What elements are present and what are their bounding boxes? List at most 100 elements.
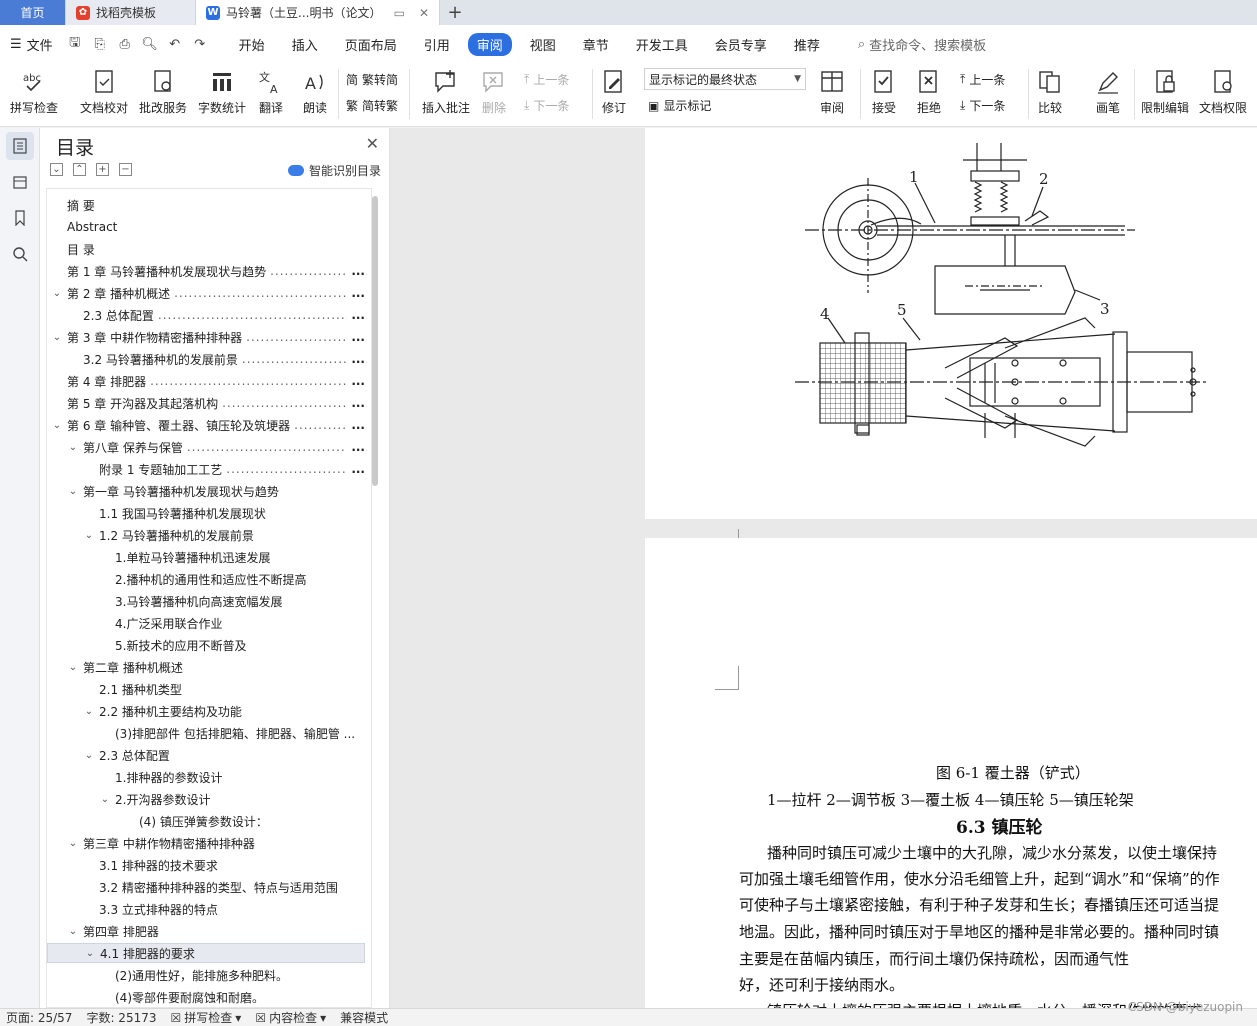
chevron-down-icon[interactable]: ⌄ bbox=[67, 486, 79, 497]
chevron-down-icon[interactable]: ⌄ bbox=[67, 926, 79, 937]
content-check-status[interactable]: ☒ 内容检查 ▾ bbox=[255, 1009, 326, 1026]
toc-item[interactable]: Abstract bbox=[47, 217, 365, 237]
toc-item[interactable]: ⌄ 第 6 章 输种管、覆土器、镇压轮及筑埂器..................… bbox=[47, 415, 365, 435]
undo-icon[interactable]: ↶ bbox=[167, 36, 183, 52]
restrict-editing-button[interactable]: 限制编辑 bbox=[1141, 67, 1189, 116]
next-change-button[interactable]: ⤓ 下一条 bbox=[960, 97, 1005, 114]
find-nav-button[interactable] bbox=[6, 240, 34, 268]
review-pane-button[interactable]: 审阅 bbox=[818, 67, 846, 116]
new-tab-button[interactable]: + bbox=[440, 0, 470, 25]
toc-item[interactable]: 附录 1 专题轴加工工艺............................… bbox=[47, 459, 365, 479]
toc-item[interactable]: 2.1 播种机类型 bbox=[47, 679, 365, 699]
toc-item[interactable]: 3.2 马铃薯播种机的发展前景.........................… bbox=[47, 349, 365, 369]
batch-service-button[interactable]: 批改服务 bbox=[139, 67, 187, 116]
word-count-indicator[interactable]: 字数: 25173 bbox=[86, 1009, 156, 1026]
toc-nav-button[interactable] bbox=[6, 132, 34, 160]
toc-item[interactable]: 第 1 章 马铃薯播种机发展现状与趋势.....................… bbox=[47, 261, 365, 281]
pen-button[interactable]: 画笔 bbox=[1094, 67, 1122, 116]
chevron-down-icon[interactable]: ⌄ bbox=[84, 948, 96, 959]
read-aloud-button[interactable]: A 朗读 bbox=[301, 67, 329, 116]
toc-item[interactable]: (4) 镇压弹簧参数设计： bbox=[47, 811, 365, 831]
smart-toc-button[interactable]: 智能识别目录 bbox=[287, 162, 381, 179]
remove-heading-icon[interactable]: − bbox=[119, 163, 132, 176]
menu-tab-member[interactable]: 会员专享 bbox=[706, 33, 776, 56]
toc-item[interactable]: (3)排肥部件 包括排肥箱、排肥器、输肥管 ... bbox=[47, 723, 365, 743]
toc-item[interactable]: ⌄ 4.1 排肥器的要求 bbox=[47, 943, 365, 963]
next-comment-button[interactable]: ⤓ 下一条 bbox=[524, 97, 569, 114]
redo-icon[interactable]: ↷ bbox=[192, 36, 208, 52]
chevron-down-icon[interactable]: ⌄ bbox=[83, 530, 95, 541]
compare-button[interactable]: 比较 bbox=[1036, 67, 1064, 116]
menu-tab-review[interactable]: 审阅 bbox=[467, 32, 512, 56]
pin-icon[interactable]: ▭ bbox=[394, 6, 405, 20]
close-icon[interactable]: ✕ bbox=[366, 134, 379, 153]
toc-item[interactable]: 4.广泛采用联合作业 bbox=[47, 613, 365, 633]
spell-check-button[interactable]: abc 拼写检查 bbox=[10, 67, 58, 116]
toc-item[interactable]: 第 5 章 开沟器及其起落机构.........................… bbox=[47, 393, 365, 413]
toc-item[interactable]: 3.2 精密播种排种器的类型、特点与适用范围 bbox=[47, 877, 365, 897]
menu-tab-insert[interactable]: 插入 bbox=[283, 33, 327, 56]
prev-comment-button[interactable]: ⤒ 上一条 bbox=[524, 71, 569, 88]
toc-item[interactable]: (2)通用性好，能排施多种肥料。 bbox=[47, 965, 365, 985]
chapter-nav-button[interactable] bbox=[6, 168, 34, 196]
chevron-down-icon[interactable]: ⌄ bbox=[67, 838, 79, 849]
print-icon[interactable]: ⎙ bbox=[117, 36, 133, 52]
reject-button[interactable]: 拒绝 bbox=[915, 67, 943, 116]
document-canvas[interactable]: 1 2 3 4 5 图 6-1 覆土器（铲式） 1—拉杆 2—调节板 3—覆土板… bbox=[390, 128, 1257, 1008]
menu-tab-section[interactable]: 章节 bbox=[574, 33, 618, 56]
toc-item[interactable]: 目 录 bbox=[47, 239, 365, 259]
toc-item[interactable]: ⌄ 第一章 马铃薯播种机发展现状与趋势 bbox=[47, 481, 365, 501]
toc-item[interactable]: 摘 要 bbox=[47, 195, 365, 215]
show-markup-button[interactable]: ▣ 显示标记 bbox=[648, 97, 711, 114]
doc-proof-button[interactable]: 文档校对 bbox=[80, 67, 128, 116]
toc-item[interactable]: ⌄ 1.2 马铃薯播种机的发展前景 bbox=[47, 525, 365, 545]
toc-item[interactable]: 第 4 章 排肥器...............................… bbox=[47, 371, 365, 391]
toc-item[interactable]: ⌄ 第三章 中耕作物精密播种排种器 bbox=[47, 833, 365, 853]
translate-button[interactable]: 文A 翻译 bbox=[257, 67, 285, 116]
doc-rights-button[interactable]: 文档权限 bbox=[1199, 67, 1247, 116]
toc-item[interactable]: ⌄ 第 2 章 播种机概述............................… bbox=[47, 283, 365, 303]
page-indicator[interactable]: 页面: 25/57 bbox=[6, 1009, 72, 1026]
menu-tab-view[interactable]: 视图 bbox=[521, 33, 565, 56]
expand-all-icon[interactable]: ⌄ bbox=[50, 163, 63, 176]
close-tab-icon[interactable]: ✕ bbox=[419, 6, 429, 20]
tab-document[interactable]: W 马铃薯（土豆...明书（论文） ▭ ✕ bbox=[196, 0, 440, 25]
spell-check-status[interactable]: ☒ 拼写检查 ▾ bbox=[171, 1009, 242, 1026]
add-heading-icon[interactable]: + bbox=[96, 163, 109, 176]
toc-scrollbar[interactable] bbox=[372, 196, 378, 486]
toc-item[interactable]: ⌄ 第四章 排肥器 bbox=[47, 921, 365, 941]
toc-item[interactable]: 2.3 总体配置................................… bbox=[47, 305, 365, 325]
export-icon[interactable]: ⎘ bbox=[92, 36, 108, 52]
toc-item[interactable]: ⌄ 2.2 播种机主要结构及功能 bbox=[47, 701, 365, 721]
trad-to-simp-button[interactable]: 简繁转简 bbox=[346, 71, 398, 88]
simp-to-trad-button[interactable]: 繁简转繁 bbox=[346, 97, 398, 114]
delete-comment-button[interactable]: 删除 bbox=[480, 67, 508, 116]
chevron-down-icon[interactable]: ⌄ bbox=[51, 420, 63, 431]
print-preview-icon[interactable]: 🔍︎ bbox=[141, 36, 158, 52]
tab-home[interactable]: 首页 bbox=[0, 0, 66, 25]
toc-item[interactable]: 5.新技术的应用不断普及 bbox=[47, 635, 365, 655]
prev-change-button[interactable]: ⤒ 上一条 bbox=[960, 71, 1005, 88]
tab-templates[interactable]: ✿ 找稻壳模板 bbox=[66, 0, 196, 25]
command-search[interactable]: ⌕ 查找命令、搜索模板 bbox=[858, 35, 986, 54]
track-changes-button[interactable]: 修订 bbox=[600, 67, 628, 116]
insert-comment-button[interactable]: 插入批注 bbox=[422, 67, 470, 116]
markup-state-select[interactable]: 显示标记的最终状态 ▼ bbox=[644, 68, 806, 90]
menu-tab-recommend[interactable]: 推荐 bbox=[785, 33, 829, 56]
toc-item[interactable]: ⌄ 第八章 保养与保管..............................… bbox=[47, 437, 365, 457]
toc-item[interactable]: ⌄ 2.3 总体配置 bbox=[47, 745, 365, 765]
toc-item[interactable]: 3.1 排种器的技术要求 bbox=[47, 855, 365, 875]
chevron-down-icon[interactable]: ⌄ bbox=[99, 794, 111, 805]
toc-item[interactable]: ⌄ 2.开沟器参数设计 bbox=[47, 789, 365, 809]
menu-tab-developer[interactable]: 开发工具 bbox=[627, 33, 697, 56]
bookmark-nav-button[interactable] bbox=[6, 204, 34, 232]
accept-button[interactable]: 接受 bbox=[870, 67, 898, 116]
toc-item[interactable]: 3.3 立式排种器的特点 bbox=[47, 899, 365, 919]
menu-tab-references[interactable]: 引用 bbox=[415, 33, 459, 56]
chevron-down-icon[interactable]: ⌄ bbox=[51, 288, 63, 299]
menu-tab-layout[interactable]: 页面布局 bbox=[336, 33, 406, 56]
chevron-down-icon[interactable]: ⌄ bbox=[83, 750, 95, 761]
toc-item[interactable]: (4)零部件要耐腐蚀和耐磨。 bbox=[47, 987, 365, 1007]
menu-tab-start[interactable]: 开始 bbox=[230, 33, 274, 56]
toc-item[interactable]: 1.单粒马铃薯播种机迅速发展 bbox=[47, 547, 365, 567]
